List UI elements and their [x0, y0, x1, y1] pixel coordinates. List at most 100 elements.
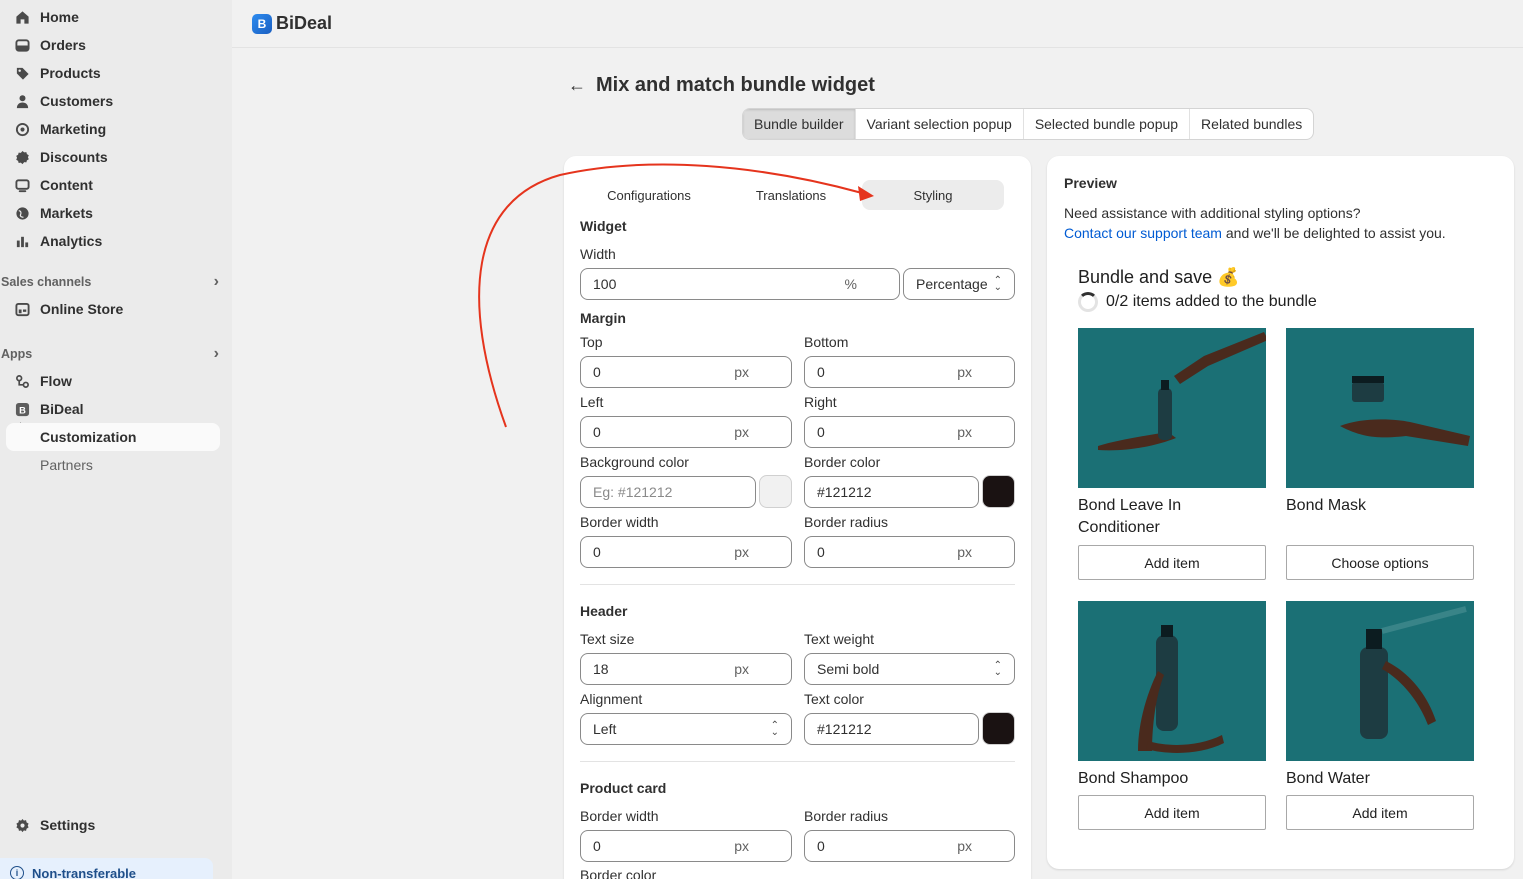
margin-top-input[interactable]: 0 px [580, 356, 792, 388]
section-divider [580, 584, 1015, 585]
content-icon [14, 177, 30, 193]
tab-bundle-builder[interactable]: Bundle builder [743, 109, 856, 139]
sidebar-item-analytics[interactable]: Analytics [6, 227, 220, 255]
sidebar-item-label: Flow [40, 373, 72, 389]
widget-section-title: Widget [580, 218, 627, 234]
border-color-input[interactable]: #121212 [804, 476, 979, 508]
select-chevron-icon: ⌃ ⌄ [770, 720, 779, 738]
product-border-radius-input[interactable]: 0 px [804, 830, 1015, 862]
text-color-label: Text color [804, 691, 864, 707]
text-color-swatch[interactable] [982, 712, 1015, 745]
subtab-translations[interactable]: Translations [720, 180, 862, 210]
background-color-input[interactable]: Eg: #121212 [580, 476, 756, 508]
sidebar-item-content[interactable]: Content [6, 171, 220, 199]
sidebar-item-partners[interactable]: Partners [6, 451, 220, 479]
product-image[interactable] [1286, 601, 1474, 761]
bundle-title: Bundle and save 💰 [1078, 267, 1240, 287]
border-radius-input[interactable]: 0 px [804, 536, 1015, 568]
px-suffix: px [957, 544, 972, 560]
left-label: Left [580, 394, 604, 410]
apps-label: Apps [1, 347, 33, 361]
target-icon [14, 121, 30, 137]
sidebar-item-settings[interactable]: Settings [6, 811, 220, 839]
px-suffix: px [734, 838, 749, 854]
margin-left-value: 0 [593, 424, 601, 440]
product-border-width-label: Border width [580, 808, 659, 824]
sidebar-item-label: Home [40, 9, 79, 25]
sales-channels-label: Sales channels [1, 275, 92, 289]
margin-right-input[interactable]: 0 px [804, 416, 1015, 448]
background-color-swatch[interactable] [759, 475, 792, 508]
subtab-configurations[interactable]: Configurations [578, 180, 720, 210]
subtab-styling[interactable]: Styling [862, 180, 1004, 210]
add-item-button[interactable]: Add item [1078, 795, 1266, 830]
apps-section[interactable]: Apps › [1, 345, 219, 363]
add-item-button[interactable]: Add item [1078, 545, 1266, 580]
border-radius-label: Border radius [804, 514, 889, 530]
margin-bottom-value: 0 [817, 364, 825, 380]
sidebar-item-label: Content [40, 177, 93, 193]
tab-related-bundles[interactable]: Related bundles [1190, 109, 1313, 139]
sidebar-item-label: Products [40, 65, 101, 81]
text-color-input[interactable]: #121212 [804, 713, 979, 745]
sidebar-item-bideal[interactable]: B BiDeal [6, 395, 220, 423]
bideal-logo-icon: B [252, 13, 272, 34]
section-divider [580, 761, 1015, 762]
chevron-right-icon: › [213, 273, 219, 290]
back-arrow-icon[interactable]: ← [568, 75, 586, 96]
product-image[interactable] [1286, 328, 1474, 488]
sidebar-item-customers[interactable]: Customers [6, 87, 220, 115]
contact-support-link[interactable]: Contact our support team [1064, 225, 1222, 241]
sidebar-item-label: Markets [40, 205, 93, 221]
text-size-input[interactable]: 18 px [580, 653, 792, 685]
tab-variant-selection-popup[interactable]: Variant selection popup [856, 109, 1024, 139]
choose-options-button[interactable]: Choose options [1286, 545, 1474, 580]
px-suffix: px [957, 424, 972, 440]
margin-left-input[interactable]: 0 px [580, 416, 792, 448]
app-name: BiDeal [276, 13, 333, 33]
page-title: Mix and match bundle widget [596, 74, 875, 96]
right-label: Right [804, 394, 837, 410]
non-transferable-banner[interactable]: i Non-transferable [0, 858, 213, 879]
tab-selected-bundle-popup[interactable]: Selected bundle popup [1024, 109, 1191, 139]
product-border-width-input[interactable]: 0 px [580, 830, 792, 862]
sidebar-item-label: Customers [40, 93, 114, 109]
border-width-input[interactable]: 0 px [580, 536, 792, 568]
progress-ring-icon [1078, 292, 1098, 312]
chevron-right-icon: › [213, 345, 219, 362]
sidebar-item-orders[interactable]: Orders [6, 31, 220, 59]
sidebar-item-label: Marketing [40, 121, 107, 137]
info-icon: i [10, 866, 24, 879]
border-color-swatch[interactable] [982, 475, 1015, 508]
width-input[interactable]: 100 % [580, 268, 900, 300]
px-suffix: px [957, 838, 972, 854]
sidebar-item-customization[interactable]: Customization [6, 423, 220, 451]
width-type-select[interactable]: Percentage ⌃ ⌄ [903, 268, 1015, 300]
border-radius-value: 0 [817, 544, 825, 560]
preview-card: Preview Need assistance with additional … [1047, 156, 1514, 869]
non-transferable-label: Non-transferable [32, 865, 137, 879]
add-item-button[interactable]: Add item [1286, 795, 1474, 830]
product-image[interactable] [1078, 601, 1266, 761]
margin-bottom-input[interactable]: 0 px [804, 356, 1015, 388]
px-suffix: px [957, 364, 972, 380]
sidebar-item-flow[interactable]: Flow [6, 367, 220, 395]
sidebar-item-label: Analytics [40, 233, 103, 249]
product-image[interactable] [1078, 328, 1266, 488]
preview-desc-line: Need assistance with additional styling … [1064, 205, 1361, 221]
preview-desc-rest: and we'll be delighted to assist you. [1221, 225, 1446, 241]
sidebar-item-online-store[interactable]: Online Store [6, 295, 220, 323]
text-weight-select[interactable]: Semi bold ⌃ ⌄ [804, 653, 1015, 685]
text-color-value: #121212 [817, 721, 872, 737]
width-label: Width [580, 246, 616, 262]
alignment-select[interactable]: Left ⌃ ⌄ [580, 713, 792, 745]
product-name: Bond Shampoo [1078, 770, 1189, 787]
sidebar-item-marketing[interactable]: Marketing [6, 115, 220, 143]
sidebar-item-home[interactable]: Home [6, 3, 220, 31]
sidebar-item-discounts[interactable]: Discounts [6, 143, 220, 171]
width-unit: % [844, 276, 857, 292]
sales-channels-section[interactable]: Sales channels › [1, 273, 219, 291]
sidebar-item-products[interactable]: Products [6, 59, 220, 87]
sidebar-item-markets[interactable]: Markets [6, 199, 220, 227]
border-color-value: #121212 [817, 484, 872, 500]
